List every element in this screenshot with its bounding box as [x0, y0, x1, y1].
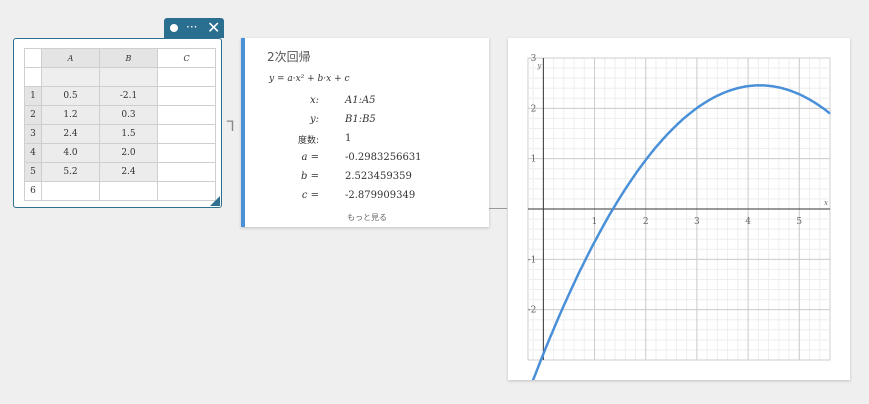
b-value: 2.523459359 [345, 171, 412, 182]
graph-card[interactable]: 1 2 3 4 5 3 2 1 -1 -2 x y [508, 38, 850, 380]
connector-arrow-icon: ᒣ [226, 119, 235, 135]
cell[interactable] [157, 124, 216, 144]
cell[interactable]: 2.4 [41, 124, 100, 144]
cell[interactable]: 2.4 [99, 162, 158, 182]
close-icon[interactable]: ✕ [207, 18, 220, 38]
cell[interactable] [157, 86, 216, 106]
connector-line [489, 208, 507, 209]
y-tick-label: 2 [531, 104, 537, 114]
degree-row: 度数: 1 [245, 133, 489, 149]
y-value[interactable]: B1:B5 [345, 114, 376, 125]
cell[interactable] [41, 67, 100, 87]
more-icon[interactable]: ··· [186, 18, 197, 36]
y-label: y: [309, 114, 319, 125]
table-row: 3 2.4 1.5 [24, 124, 216, 144]
table-row: 1 0.5 -2.1 [24, 86, 216, 106]
row-header[interactable]: 1 [24, 86, 42, 106]
x-tick-label: 3 [694, 217, 700, 227]
regression-formula: y = a·x² + b·x + c [269, 74, 350, 84]
record-icon[interactable] [170, 24, 178, 32]
row-header[interactable]: 6 [24, 181, 42, 201]
cell[interactable]: 1.5 [99, 124, 158, 144]
x-tick-label: 2 [643, 217, 649, 227]
row-header[interactable]: 4 [24, 143, 42, 163]
cell[interactable] [157, 143, 216, 163]
b-row: b = 2.523459359 [245, 171, 489, 187]
graph-canvas[interactable]: 1 2 3 4 5321-1-2xy [508, 38, 850, 380]
regression-title: 2次回帰 [267, 50, 311, 64]
cell[interactable]: 4.0 [41, 143, 100, 163]
column-header-a[interactable]: A [41, 48, 100, 68]
x-label: x: [309, 95, 319, 106]
cell[interactable]: 0.5 [41, 86, 100, 106]
spreadsheet-table: A B C 1 0.5 -2.1 2 1.2 0.3 3 2.4 1.5 4 4… [24, 48, 216, 201]
a-label: a = [301, 152, 319, 163]
row-header[interactable]: 3 [24, 124, 42, 144]
table-row: 4 4.0 2.0 [24, 143, 216, 163]
header-row: A B C [24, 48, 216, 68]
show-more-link[interactable]: もっと見る [245, 212, 489, 223]
cell[interactable]: 5.2 [41, 162, 100, 182]
y-tick-label: 1 [531, 155, 537, 165]
cell[interactable]: -2.1 [99, 86, 158, 106]
c-row: c = -2.879909349 [245, 190, 489, 206]
x-tick-label: 5 [796, 217, 802, 227]
row-header[interactable]: 2 [24, 105, 42, 125]
variable-row [24, 67, 216, 87]
cell[interactable]: 1.2 [41, 105, 100, 125]
regression-card[interactable]: 2次回帰 y = a·x² + b·x + c x: A1:A5 y: B1:B… [241, 38, 489, 227]
x-value[interactable]: A1:A5 [345, 95, 376, 106]
corner-cell [24, 48, 42, 68]
cell[interactable] [41, 181, 100, 201]
cell[interactable] [157, 181, 216, 201]
y-tick-label: 3 [531, 54, 537, 64]
cell[interactable] [99, 181, 158, 201]
table-row: 6 [24, 181, 216, 201]
row-header[interactable]: 5 [24, 162, 42, 182]
spreadsheet-card[interactable]: A B C 1 0.5 -2.1 2 1.2 0.3 3 2.4 1.5 4 4… [13, 38, 222, 208]
x-axis-label: x [824, 199, 828, 207]
cell[interactable] [157, 162, 216, 182]
column-header-b[interactable]: B [99, 48, 158, 68]
a-value: -0.2983256631 [345, 152, 422, 163]
degree-value[interactable]: 1 [345, 133, 351, 144]
c-value: -2.879909349 [345, 190, 416, 201]
degree-label: 度数: [297, 136, 319, 146]
column-header-c[interactable]: C [157, 48, 216, 68]
cell[interactable]: 2.0 [99, 143, 158, 163]
y-range-row: y: B1:B5 [245, 114, 489, 130]
table-row: 5 5.2 2.4 [24, 162, 216, 182]
row-header-blank [24, 67, 42, 87]
y-tick-label: -1 [528, 255, 537, 265]
x-range-row: x: A1:A5 [245, 95, 489, 111]
x-tick-label: 1 [592, 217, 598, 227]
resize-handle[interactable] [210, 196, 220, 206]
y-tick-label: -2 [528, 306, 537, 316]
spreadsheet-toolbar: ··· ✕ [164, 18, 224, 38]
c-label: c = [301, 190, 319, 201]
x-tick-label: 4 [745, 217, 751, 227]
cell[interactable]: 0.3 [99, 105, 158, 125]
a-row: a = -0.2983256631 [245, 152, 489, 168]
b-label: b = [301, 171, 319, 182]
cell[interactable] [157, 105, 216, 125]
cell[interactable] [99, 67, 158, 87]
cell[interactable] [157, 67, 216, 87]
table-row: 2 1.2 0.3 [24, 105, 216, 125]
